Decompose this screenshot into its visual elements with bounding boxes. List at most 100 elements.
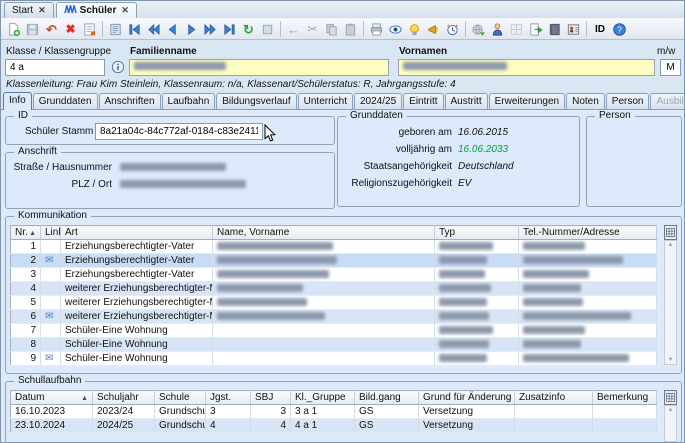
mw-input[interactable] xyxy=(660,59,681,76)
help-icon[interactable]: ? xyxy=(610,20,629,39)
column-config-icon[interactable] xyxy=(664,390,677,405)
page-tab-noten[interactable]: Noten xyxy=(566,93,605,109)
page-tab-2024-25[interactable]: 2024/25 xyxy=(354,93,402,109)
column-header-zusatzinfo[interactable]: Zusatzinfo xyxy=(515,391,593,405)
tab-schueler[interactable]: Schüler ✕ xyxy=(56,2,137,18)
column-header-link[interactable]: Link xyxy=(41,226,61,240)
stamm-id-input[interactable] xyxy=(95,123,263,140)
close-icon[interactable]: ✕ xyxy=(38,5,46,16)
scroll-down-icon[interactable]: ▼ xyxy=(665,357,676,363)
kommunikation-row[interactable]: 2✉Erziehungsberechtigter-Vater xyxy=(11,254,657,268)
grunddaten-field-row: StaatsangehörigkeitDeutschland xyxy=(344,160,514,174)
cell-typ xyxy=(435,254,519,268)
page-tab-laufbahn[interactable]: Laufbahn xyxy=(162,93,216,109)
column-header-name-vorname[interactable]: Name, Vorname xyxy=(213,226,435,240)
column-header-nr[interactable]: Nr.▲ xyxy=(11,226,41,240)
column-header-art[interactable]: Art xyxy=(61,226,213,240)
id-card-icon[interactable] xyxy=(564,20,583,39)
edit-data-icon[interactable] xyxy=(80,20,99,39)
paste-icon[interactable] xyxy=(341,20,360,39)
id-button[interactable]: ID xyxy=(590,20,610,39)
kommunikation-row[interactable]: 9✉Schüler-Eine Wohnung xyxy=(11,352,657,366)
schullaufbahn-scrollbar[interactable]: ▲ xyxy=(664,405,677,442)
save-icon[interactable] xyxy=(23,20,42,39)
cell-name xyxy=(213,268,435,282)
page-tab-info[interactable]: Info xyxy=(3,92,32,110)
kommunikation-row[interactable]: 8Schüler-Eine Wohnung xyxy=(11,338,657,352)
column-header-bild-gang[interactable]: Bild.gang xyxy=(355,391,419,405)
nav-fast-next-icon[interactable] xyxy=(201,20,220,39)
preview-icon[interactable] xyxy=(386,20,405,39)
column-header-jgst[interactable]: Jgst. xyxy=(206,391,251,405)
column-header-datum[interactable]: Datum▲ xyxy=(11,391,93,405)
announce-icon[interactable] xyxy=(424,20,443,39)
vornamen-input[interactable] xyxy=(398,59,655,76)
page-tab-person[interactable]: Person xyxy=(606,93,650,109)
column-header-grund-f-r-nderung[interactable]: Grund für Änderung xyxy=(419,391,515,405)
close-icon[interactable]: ✕ xyxy=(121,5,129,16)
photo-icon[interactable] xyxy=(507,20,526,39)
copy-icon[interactable] xyxy=(322,20,341,39)
page-tab-austritt[interactable]: Austritt xyxy=(445,93,488,109)
page-tab-grunddaten[interactable]: Grunddaten xyxy=(33,93,98,109)
column-header-typ[interactable]: Typ xyxy=(435,226,519,240)
delete-record-icon[interactable]: ✖ xyxy=(61,20,80,39)
print-icon[interactable] xyxy=(367,20,386,39)
archive-icon[interactable] xyxy=(545,20,564,39)
cell-nr: 5 xyxy=(11,296,41,310)
schullaufbahn-row[interactable]: 23.10.20242024/25Grundschule...444 a 1GS… xyxy=(11,419,657,433)
column-header-kl-gruppe[interactable]: Kl._Gruppe xyxy=(291,391,355,405)
scroll-up-icon[interactable]: ▲ xyxy=(665,242,676,248)
envelope-icon[interactable]: ✉ xyxy=(45,255,53,266)
reminder-icon[interactable] xyxy=(443,20,462,39)
info-icon[interactable] xyxy=(111,60,125,77)
cut-icon[interactable]: ✂ xyxy=(303,20,322,39)
kommunikation-row[interactable]: 4weiterer Erziehungsberechtigter-Mutter xyxy=(11,282,657,296)
cell-art: Schüler-Eine Wohnung xyxy=(61,338,213,352)
column-header-sbj[interactable]: SBJ xyxy=(251,391,291,405)
nav-fast-prev-icon[interactable] xyxy=(144,20,163,39)
notes-icon[interactable] xyxy=(106,20,125,39)
schullaufbahn-row[interactable]: 16.10.20232023/24Grundschule...333 a 1GS… xyxy=(11,405,657,419)
kommunikation-row[interactable]: 3Erziehungsberechtigter-Vater xyxy=(11,268,657,282)
column-config-icon[interactable] xyxy=(664,225,677,240)
envelope-icon[interactable]: ✉ xyxy=(45,311,53,322)
nav-next-icon[interactable] xyxy=(182,20,201,39)
page-tab-ausbildung[interactable]: Ausbildung xyxy=(650,93,685,109)
envelope-icon[interactable]: ✉ xyxy=(45,353,53,364)
column-header-schuljahr[interactable]: Schuljahr xyxy=(93,391,155,405)
column-header-schule[interactable]: Schule xyxy=(155,391,206,405)
page-tab-erweiterungen[interactable]: Erweiterungen xyxy=(489,93,565,109)
web-sync-icon[interactable] xyxy=(469,20,488,39)
kommunikation-row[interactable]: 5weiterer Erziehungsberechtigter-Mutter xyxy=(11,296,657,310)
tab-start[interactable]: Start ✕ xyxy=(4,2,54,18)
kommunikation-row[interactable]: 1Erziehungsberechtigter-Vater xyxy=(11,240,657,254)
hint-icon[interactable] xyxy=(405,20,424,39)
column-header-bemerkung[interactable]: Bemerkung xyxy=(593,391,657,405)
back-icon[interactable]: ← xyxy=(284,20,303,39)
nav-last-icon[interactable] xyxy=(220,20,239,39)
scroll-up-icon[interactable]: ▲ xyxy=(665,407,676,413)
new-record-icon[interactable] xyxy=(4,20,23,39)
kommunikation-row[interactable]: 6✉weiterer Erziehungsberechtigter-Mutter xyxy=(11,310,657,324)
klasse-input[interactable] xyxy=(5,59,105,76)
cell-name xyxy=(213,240,435,254)
page-tab-eintritt[interactable]: Eintritt xyxy=(403,93,443,109)
student-icon[interactable] xyxy=(488,20,507,39)
toolbar-separator xyxy=(363,21,364,37)
familienname-input[interactable] xyxy=(129,59,389,76)
cell-typ xyxy=(435,282,519,296)
undo-icon[interactable]: ↶ xyxy=(42,20,61,39)
kommunikation-row[interactable]: 7Schüler-Eine Wohnung xyxy=(11,324,657,338)
page-tab-anschriften[interactable]: Anschriften xyxy=(99,93,161,109)
cell-grund: Versetzung xyxy=(419,419,515,433)
nav-first-icon[interactable] xyxy=(125,20,144,39)
refresh-icon[interactable]: ↻ xyxy=(239,20,258,39)
nav-prev-icon[interactable] xyxy=(163,20,182,39)
page-tab-bildungsverlauf[interactable]: Bildungsverlauf xyxy=(216,93,296,109)
pause-icon[interactable] xyxy=(258,20,277,39)
page-tab-unterricht[interactable]: Unterricht xyxy=(298,93,353,109)
column-header-tel-nummer-adresse[interactable]: Tel.-Nummer/Adresse xyxy=(519,226,657,240)
export-icon[interactable] xyxy=(526,20,545,39)
kommunikation-scrollbar[interactable]: ▲ ▼ xyxy=(664,240,677,365)
